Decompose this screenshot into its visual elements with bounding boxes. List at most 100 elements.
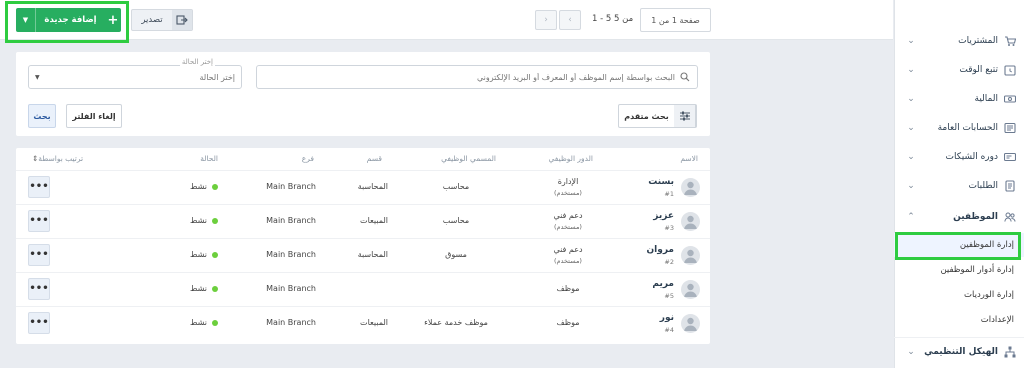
header-department: قسم [366,154,382,163]
sidebar-item-employees[interactable]: الموظفين ⌃ [894,202,1024,231]
row-actions-button[interactable]: ••• [28,244,50,266]
export-button[interactable]: تصدير [131,9,193,31]
employee-name[interactable]: نور [660,313,674,323]
employee-id: #2 [664,258,674,266]
plus-icon: + [107,12,119,28]
check-icon [1004,151,1016,163]
sidebar-item-label: الحسابات العامة [937,122,998,133]
add-new-button[interactable]: ▼ إضافة جديدة + [16,8,121,32]
row-actions-button[interactable]: ••• [28,210,50,232]
employee-branch: Main Branch [266,216,316,225]
sidebar-item-label: الموظفين [953,211,998,222]
status-badge: نشط [190,250,218,259]
search-input[interactable] [257,72,675,82]
status-select[interactable]: إختر الحالة ▼ إختر الحالة [28,58,242,89]
add-new-label: إضافة جديدة [44,15,97,25]
status-dot-icon [212,319,218,326]
header-title: المسمي الوظيفي [441,154,496,163]
cart-icon [1004,35,1016,47]
sort-by[interactable]: ⇕ترتيب بواسطة [28,154,83,163]
status-label: نشط [190,284,207,293]
employee-department: المحاسبة [357,250,388,259]
sidebar-item-label: المشتريات [958,35,998,46]
filter-panel: إختر الحالة ▼ إختر الحالة بحث متقدم إلغا… [16,52,710,136]
row-actions-button[interactable]: ••• [28,278,50,300]
employee-title: محاسب [442,216,470,225]
chevron-down-icon: ⌄ [907,151,915,162]
table-row[interactable]: مروان #2 دعم فني (مستخدم) مسوق المحاسبة … [16,238,710,272]
export-label: تصدير [141,15,163,25]
chevron-down-icon: ⌄ [907,347,915,357]
header-name: الاسم [680,154,698,163]
users-icon [1004,211,1016,223]
employee-title: موظف خدمة عملاء [424,318,488,327]
chevron-down-icon: ⌄ [907,93,915,104]
table-row[interactable]: بسنت #1 الإدارة (مستخدم) محاسب المحاسبة … [16,170,710,204]
row-actions-button[interactable]: ••• [28,312,50,334]
employee-name[interactable]: بسنت [648,177,674,187]
orders-icon [1004,179,1016,192]
employees-table: الاسم الدور الوظيفي المسمي الوظيفي قسم ف… [16,148,710,344]
sidebar-item-orders[interactable]: الطلبات ⌄ [894,171,1024,200]
status-dot-icon [212,217,218,224]
employee-department: المبيعات [360,318,388,327]
chevron-down-icon: ⌄ [907,122,915,133]
employee-name[interactable]: مروان [646,245,674,255]
employee-role-type: (مستخدم) [554,223,582,231]
sidebar-item-cheque-cycle[interactable]: دوره الشيكات ⌄ [894,142,1024,171]
search-field[interactable] [256,65,698,89]
header-status: الحالة [200,154,218,163]
employee-branch: Main Branch [266,250,316,259]
sidebar: المشتريات ⌄ تتبع الوقت ⌄ المالية ⌄ الحسا… [894,0,1024,368]
employee-role: موظف [556,318,580,327]
table-row[interactable]: عزيز #3 دعم فني (مستخدم) محاسب المبيعات … [16,204,710,238]
employee-name[interactable]: مريم [652,279,674,289]
org-chart-icon [1004,346,1016,358]
page-select[interactable]: صفحة 1 من 1 [640,8,711,32]
sort-by-label: ترتيب بواسطة [38,154,84,163]
search-icon [679,71,691,83]
sidebar-item-label: المالية [974,93,998,104]
sidebar-subitem-manage-roles[interactable]: إدارة أدوار الموظفين [894,258,1024,282]
avatar [681,314,700,333]
sidebar-item-label: الطلبات [968,180,998,191]
status-label: نشط [190,182,207,191]
sidebar-item-general-accounts[interactable]: الحسابات العامة ⌄ [894,113,1024,142]
table-row[interactable]: مريم #5 موظف Main Branch نشط ••• [16,272,710,306]
status-label: نشط [190,318,207,327]
search-button[interactable]: بحث [28,104,56,128]
row-actions-button[interactable]: ••• [28,176,50,198]
employee-name[interactable]: عزيز [653,211,674,221]
status-badge: نشط [190,284,218,293]
sidebar-subitem-manage-shifts[interactable]: إدارة الورديات [894,283,1024,307]
sidebar-subitem-manage-employees[interactable]: إدارة الموظفين [894,233,1024,257]
employee-role: الإدارة [557,177,579,186]
sidebar-item-label: الهيكل التنظيمي [924,347,998,357]
employee-branch: Main Branch [266,318,316,327]
chevron-left-icon: ‹ [568,15,572,25]
page-count: 1 - 5 من 5 [592,14,634,24]
avatar [681,212,700,231]
next-page-button[interactable]: › [535,10,557,30]
sidebar-item-purchases[interactable]: المشتريات ⌄ [894,26,1024,55]
clear-filter-button[interactable]: إلغاء الفلتر [66,104,122,128]
top-toolbar: ▼ إضافة جديدة + تصدير › ‹ 1 - 5 من 5 صفح… [0,0,893,40]
employee-id: #4 [664,326,674,334]
header-branch: فرع [301,154,314,163]
chevron-down-icon: ⌄ [907,180,915,191]
sidebar-item-org-structure[interactable]: الهيكل التنظيمي ⌄ [894,337,1024,366]
advanced-search-button[interactable]: بحث متقدم [618,104,697,128]
sliders-icon [674,105,696,127]
sidebar-item-finance[interactable]: المالية ⌄ [894,84,1024,113]
avatar [681,178,700,197]
header-role: الدور الوظيفي [548,154,593,163]
avatar [681,280,700,299]
chevron-up-icon: ⌃ [907,211,915,222]
sidebar-item-time-tracking[interactable]: تتبع الوقت ⌄ [894,55,1024,84]
sidebar-subitem-settings[interactable]: الإعدادات [894,308,1024,332]
prev-page-button[interactable]: ‹ [559,10,581,30]
table-row[interactable]: نور #4 موظف موظف خدمة عملاء المبيعات Mai… [16,306,710,340]
sidebar-item-label: تتبع الوقت [959,64,998,75]
dropdown-caret-icon[interactable]: ▼ [16,8,36,32]
employee-title: محاسب [442,182,470,191]
